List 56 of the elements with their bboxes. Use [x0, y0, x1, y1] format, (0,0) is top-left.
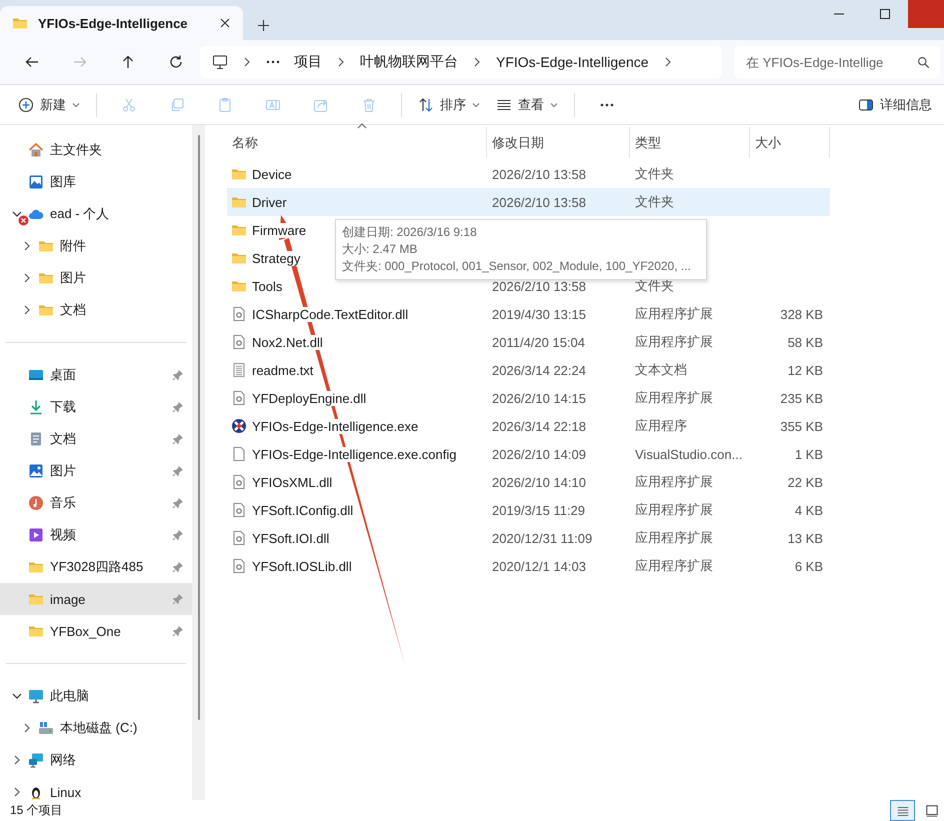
modified-date: 2026/2/10 13:58	[492, 166, 586, 182]
modified-date: 2026/3/14 22:18	[492, 418, 586, 434]
tooltip-line: 文件夹: 000_Protocol, 001_Sensor, 002_Module, 100_YF2020, ...	[342, 258, 691, 275]
modified-date: 2026/2/10 14:10	[492, 474, 586, 490]
file-type: 应用程序扩展	[635, 334, 713, 349]
file-size: 355 KB	[780, 418, 823, 434]
file-type: 应用程序扩展	[635, 558, 713, 573]
file-type: 应用程序扩展	[635, 530, 713, 545]
modified-date: 2026/2/10 14:15	[492, 390, 586, 406]
file-size: 235 KB	[780, 390, 823, 406]
file-name: YFSoft.IOI.dll	[252, 530, 330, 546]
file-name: YFIOs-Edge-Intelligence.exe	[252, 418, 418, 434]
file-size: 13 KB	[788, 530, 823, 546]
modified-date: 2026/3/14 22:24	[492, 362, 586, 378]
modified-date: 2019/4/30 13:15	[492, 306, 586, 322]
file-name: YFSoft.IOSLib.dll	[252, 558, 352, 574]
tooltip-line: 大小: 2.47 MB	[342, 241, 418, 258]
file-size: 1 KB	[794, 446, 823, 462]
file-name: Tools	[252, 278, 282, 294]
file-type: 应用程序扩展	[635, 502, 713, 517]
file-size: 12 KB	[788, 362, 823, 378]
modified-date: 2026/2/10 13:58	[492, 194, 586, 210]
file-name: readme.txt	[252, 362, 314, 378]
file-type: VisualStudio.con...	[635, 446, 742, 462]
file-type: 应用程序扩展	[635, 390, 713, 405]
file-size: 22 KB	[788, 474, 823, 490]
file-name: Strategy	[252, 250, 300, 266]
file-type: 应用程序扩展	[635, 306, 713, 321]
file-type: 文件夹	[635, 194, 674, 209]
file-type: 应用程序扩展	[635, 474, 713, 489]
file-size: 328 KB	[780, 306, 823, 322]
file-name: Driver	[252, 194, 287, 210]
file-name: Firmware	[252, 222, 306, 238]
modified-date: 2026/2/10 14:09	[492, 446, 586, 462]
file-size: 58 KB	[788, 334, 823, 350]
tooltip-line: 创建日期: 2026/3/16 9:18	[342, 224, 477, 241]
file-name: YFDeployEngine.dll	[252, 390, 366, 406]
file-type: 文件夹	[635, 278, 674, 293]
modified-date: 2011/4/20 15:04	[492, 334, 586, 350]
file-type: 文本文档	[635, 362, 687, 377]
modified-date: 2019/3/15 11:29	[492, 502, 586, 518]
file-type: 应用程序	[635, 418, 687, 433]
tab-title: YFIOs-Edge-Intelligence	[38, 16, 189, 30]
file-name: YFIOsXML.dll	[252, 474, 332, 490]
modified-date: 2026/2/10 13:58	[492, 278, 586, 294]
item-count: 15 个项目	[10, 802, 63, 819]
file-size: 4 KB	[794, 502, 823, 518]
file-name: Nox2.Net.dll	[252, 334, 323, 350]
modified-date: 2020/12/31 11:09	[492, 530, 592, 546]
file-name: ICSharpCode.TextEditor.dll	[252, 306, 408, 322]
file-type: 文件夹	[635, 166, 674, 181]
file-name: YFSoft.IConfig.dll	[252, 502, 354, 518]
modified-date: 2020/12/1 14:03	[492, 558, 586, 574]
file-name: YFIOs-Edge-Intelligence.exe.config	[252, 446, 456, 462]
file-size: 6 KB	[794, 558, 823, 574]
file-name: Device	[252, 166, 292, 182]
